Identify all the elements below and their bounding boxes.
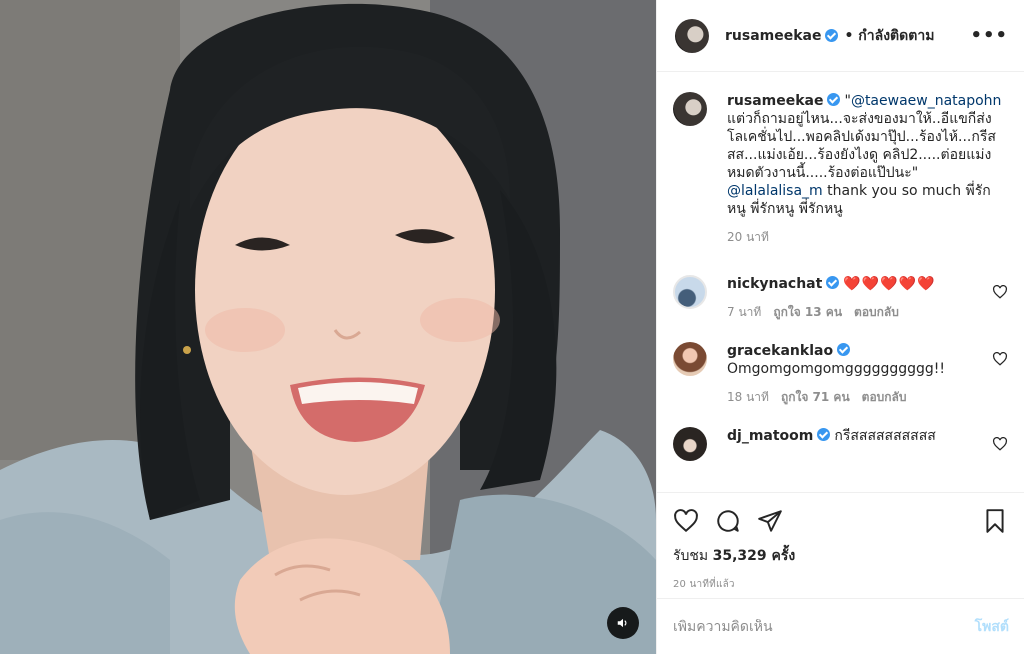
follow-status[interactable]: • กำลังติดตาม	[844, 25, 934, 47]
post-actions: รับชม 35,329 ครั้ง 20 นาทีที่แล้ว	[657, 492, 1024, 592]
verified-badge-icon	[825, 29, 839, 42]
avatar[interactable]	[673, 427, 707, 461]
mute-toggle-button[interactable]	[607, 607, 639, 639]
instagram-post-viewer: rusameekae • กำลังติดตาม ••• rusameekae "…	[0, 0, 1024, 654]
caption: rusameekae "@taewaew_natapohn แต่วก็ถามอย…	[673, 92, 1008, 247]
caption-body: แต่วก็ถามอยู่ไหน...จะส่งของมาให้..อีแขกี…	[727, 111, 996, 181]
mention-link[interactable]: @lalalalisa_m	[727, 183, 823, 199]
post-comment-button[interactable]: โพสต์	[975, 616, 1009, 638]
comment-item: dj_matoom กรีสสสสสสสสสส	[673, 427, 1008, 461]
comments-list[interactable]: rusameekae "@taewaew_natapohn แต่วก็ถามอย…	[657, 72, 1024, 492]
comment-username[interactable]: nickynachat	[727, 276, 822, 292]
share-send-icon[interactable]	[757, 508, 783, 534]
comment-input[interactable]	[673, 618, 975, 635]
verified-badge-icon	[826, 276, 840, 289]
verified-badge-icon	[827, 93, 841, 106]
post-author-username[interactable]: rusameekae	[725, 28, 821, 44]
caption-meta: 20 นาที	[727, 228, 1008, 247]
speaker-icon	[617, 618, 627, 628]
comment-text: ❤️❤️❤️❤️❤️	[843, 276, 936, 292]
comment-item: nickynachat ❤️❤️❤️❤️❤️ 7 นาที ถูกใจ 13 คน…	[673, 275, 1008, 322]
avatar[interactable]	[673, 275, 707, 309]
like-heart-icon[interactable]	[992, 352, 1008, 366]
view-count[interactable]: รับชม 35,329 ครั้ง	[673, 545, 1008, 567]
timestamp[interactable]: 7 นาที	[727, 303, 761, 322]
reply-button[interactable]: ตอบกลับ	[854, 303, 899, 322]
caption-username[interactable]: rusameekae	[727, 93, 823, 109]
more-dots-icon[interactable]: •••	[970, 25, 1008, 46]
comment-text: กรีสสสสสสสสสส	[834, 428, 936, 444]
verified-badge-icon	[817, 428, 831, 441]
video-player[interactable]	[0, 0, 656, 654]
views-number: 35,329 ครั้ง	[712, 548, 796, 564]
video-frame	[0, 0, 656, 654]
post-side-panel: rusameekae • กำลังติดตาม ••• rusameekae "…	[656, 0, 1024, 654]
bookmark-save-icon[interactable]	[982, 508, 1008, 534]
comment-bubble-icon[interactable]	[715, 508, 741, 534]
like-count[interactable]: ถูกใจ 71 คน	[781, 388, 850, 407]
comment-username[interactable]: dj_matoom	[727, 428, 813, 444]
like-heart-icon[interactable]	[673, 508, 699, 534]
avatar[interactable]	[673, 342, 707, 376]
avatar[interactable]	[673, 92, 707, 126]
add-comment-bar: โพสต์	[657, 598, 1024, 654]
comment-item: gracekanklao Omgomgomgomgggggggggg!! 18 …	[673, 342, 1008, 407]
post-header: rusameekae • กำลังติดตาม •••	[657, 0, 1024, 72]
views-label: รับชม	[673, 548, 709, 564]
comment-text: Omgomgomgomgggggggggg!!	[727, 361, 946, 377]
caption-text: rusameekae "@taewaew_natapohn แต่วก็ถามอย…	[727, 92, 1008, 218]
verified-badge-icon	[837, 343, 851, 356]
post-timestamp[interactable]: 20 นาทีที่แล้ว	[673, 577, 1008, 592]
like-heart-icon[interactable]	[992, 437, 1008, 451]
like-heart-icon[interactable]	[992, 285, 1008, 299]
comment-username[interactable]: gracekanklao	[727, 343, 833, 359]
timestamp[interactable]: 20 นาที	[727, 228, 769, 247]
avatar[interactable]	[675, 18, 709, 53]
timestamp[interactable]: 18 นาที	[727, 388, 769, 407]
like-count[interactable]: ถูกใจ 13 คน	[773, 303, 842, 322]
reply-button[interactable]: ตอบกลับ	[862, 388, 907, 407]
mention-link[interactable]: @taewaew_natapohn	[851, 93, 1002, 109]
